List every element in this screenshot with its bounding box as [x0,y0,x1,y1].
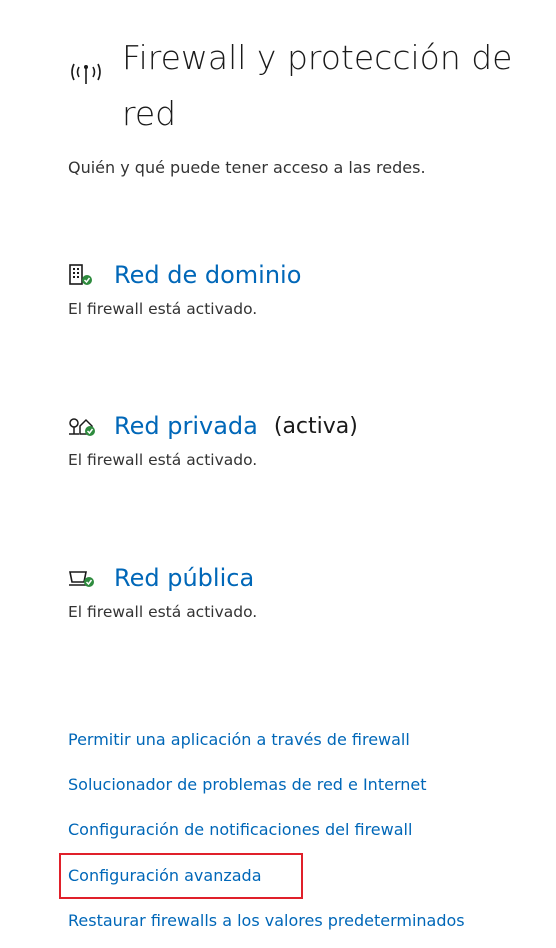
network-public-status: El firewall está activado. [68,603,258,621]
restore-firewall-defaults-link[interactable]: Restaurar firewalls a los valores predet… [68,911,465,930]
page-title: Firewall y protección de red [122,38,513,133]
advanced-settings-link[interactable]: Configuración avanzada [68,866,262,885]
page-subtitle: Quién y qué puede tener acceso a las red… [68,158,426,177]
network-private-link[interactable]: Red privada [114,412,258,440]
network-troubleshooter-link[interactable]: Solucionador de problemas de red e Inter… [68,775,427,794]
network-private-active-tag: (activa) [273,413,358,439]
network-public-link[interactable]: Red pública [114,564,254,592]
network-domain-status: El firewall está activado. [68,300,258,318]
wifi-antenna-icon [71,63,101,84]
public-cafe-network-icon [69,571,94,587]
firewall-notification-settings-link[interactable]: Configuración de notificaciones del fire… [68,820,412,839]
network-domain-link[interactable]: Red de dominio [114,261,301,289]
allow-app-through-firewall-link[interactable]: Permitir una aplicación a través de fire… [68,730,410,749]
network-private: Red privada (activa) El firewall está ac… [68,409,548,469]
network-domain: Red de dominio El firewall está activado… [68,258,548,318]
private-home-network-icon [69,418,95,436]
network-public: Red pública El firewall está activado. [68,561,548,621]
domain-building-icon [69,264,92,285]
network-private-status: El firewall está activado. [68,451,258,469]
